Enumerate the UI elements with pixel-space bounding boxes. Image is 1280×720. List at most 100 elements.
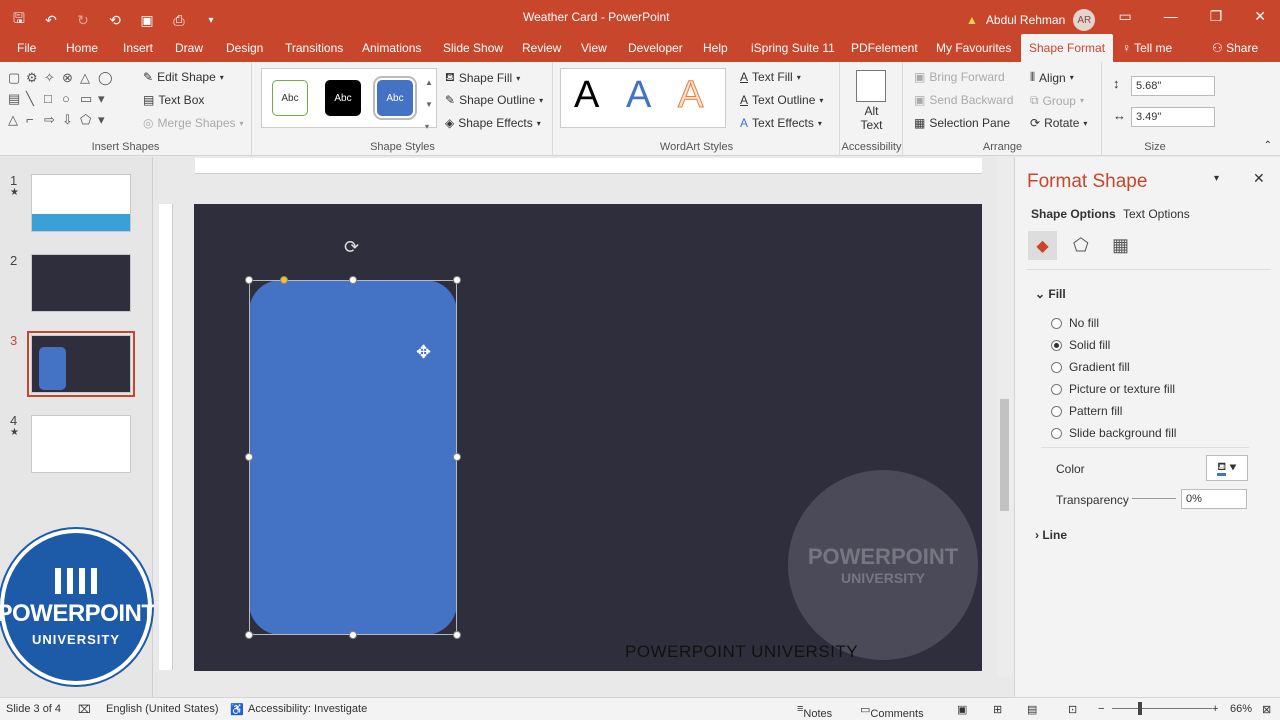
text-outline-button[interactable]: A Text Outline ▾ (740, 93, 823, 107)
slide-footer-text[interactable]: POWERPOINT UNIVERSITY (625, 642, 858, 662)
close-pane-icon[interactable]: ✕ (1253, 170, 1265, 187)
text-fill-button[interactable]: A Text Fill ▾ (740, 70, 801, 84)
zoom-slider[interactable] (1112, 708, 1212, 709)
transparency-slider[interactable] (1132, 498, 1176, 499)
tab-text-options[interactable]: Text Options (1123, 207, 1190, 221)
style-sample-outline[interactable]: Abc (272, 80, 308, 116)
normal-view-icon[interactable]: ▣ (957, 703, 967, 716)
fill-option-none[interactable]: No fill (1051, 316, 1099, 330)
line-section-header[interactable]: › Line (1035, 528, 1067, 542)
wordart-black[interactable]: A (574, 74, 599, 117)
share-button[interactable]: ⚇ Share (1212, 41, 1258, 55)
tab-animations[interactable]: Animations (362, 41, 421, 55)
style-sample-black[interactable]: Abc (325, 80, 361, 116)
resize-handle[interactable] (453, 276, 461, 284)
radio-button[interactable] (1051, 317, 1062, 329)
undo-icon[interactable]: ↶ (42, 12, 60, 29)
tab-view[interactable]: View (581, 41, 607, 55)
size-properties-icon[interactable]: ▦ (1112, 235, 1129, 256)
resize-handle[interactable] (453, 453, 461, 461)
fill-option-pattern[interactable]: Pattern fill (1051, 404, 1122, 418)
tell-me[interactable]: ♀ Tell me (1122, 41, 1172, 55)
tab-slide-show[interactable]: Slide Show (443, 41, 503, 55)
comments-button[interactable]: ▭ Comments (860, 703, 924, 720)
radio-button-selected[interactable] (1051, 339, 1062, 351)
resize-handle[interactable] (453, 631, 461, 639)
group-button[interactable]: ⧉ Group ▾ (1030, 93, 1084, 108)
tab-ispring[interactable]: iSpring Suite 11 (751, 41, 835, 55)
zoom-slider-thumb[interactable] (1138, 702, 1142, 715)
tab-home[interactable]: Home (66, 41, 98, 55)
shape-fill-button[interactable]: ⛾ Shape Fill ▾ (445, 70, 520, 86)
radio-button[interactable] (1051, 405, 1062, 417)
fill-option-solid[interactable]: Solid fill (1051, 338, 1110, 352)
zoom-level[interactable]: 66% (1230, 703, 1252, 715)
radio-button[interactable] (1051, 427, 1062, 439)
tab-file[interactable]: File (17, 41, 36, 55)
resize-handle[interactable] (349, 631, 357, 639)
slide-thumbnail-2[interactable] (31, 254, 131, 312)
format-painter-icon[interactable]: ⟲ (106, 12, 124, 29)
tab-transitions[interactable]: Transitions (285, 41, 343, 55)
ribbon-display-icon[interactable]: ▭ (1118, 8, 1131, 25)
customize-qat-icon[interactable]: ▾ (202, 15, 220, 26)
shape-gallery[interactable]: ▢ ⚙ ✧ ⊗ △ ◯ ▤ ╲ □ ○ ▭ ▾ △ ⌐ ⇨ ⇩ ⬠ ▾ (8, 70, 116, 128)
tab-design[interactable]: Design (226, 41, 263, 55)
fill-line-icon[interactable]: ◆ (1028, 231, 1057, 260)
rotate-handle-icon[interactable]: ⟳ (344, 237, 359, 258)
save-icon[interactable]: 🖫 (10, 8, 28, 32)
slide-thumbnail-4[interactable] (31, 415, 131, 473)
fill-option-gradient[interactable]: Gradient fill (1051, 360, 1130, 374)
accessibility-status[interactable]: Accessibility: Investigate (248, 703, 367, 715)
reading-view-icon[interactable]: ▤ (1027, 703, 1037, 716)
tab-shape-options[interactable]: Shape Options (1031, 207, 1116, 221)
fill-option-slide-background[interactable]: Slide background fill (1051, 426, 1176, 440)
shape-effects-button[interactable]: ◈ Shape Effects ▾ (445, 116, 541, 130)
resize-handle[interactable] (349, 276, 357, 284)
tab-shape-format[interactable]: Shape Format (1021, 34, 1114, 62)
slide-canvas[interactable]: ⟳ ✥ POWERPOINT UNIVERSITY POWERPOINT UNI… (194, 204, 982, 671)
style-gallery-scroll[interactable]: ▲ ▼ ▾ (425, 72, 433, 138)
language-status[interactable]: English (United States) (106, 703, 219, 715)
print-preview-icon[interactable]: ⎙ (170, 12, 188, 29)
notes-button[interactable]: ≡ Notes (797, 703, 832, 720)
alt-text-icon[interactable] (856, 70, 886, 102)
shape-height-input[interactable]: 5.68" (1131, 76, 1215, 96)
fill-section-header[interactable]: ⌄ Fill (1035, 287, 1066, 301)
resize-handle[interactable] (245, 276, 253, 284)
tab-insert[interactable]: Insert (123, 41, 153, 55)
resize-handle[interactable] (245, 453, 253, 461)
fit-slide-icon[interactable]: ⊠ (1262, 703, 1271, 716)
alt-text-button[interactable]: Alt Text (841, 104, 902, 132)
zoom-in-icon[interactable]: + (1212, 703, 1218, 715)
rotate-button[interactable]: ⟳ Rotate ▾ (1030, 116, 1087, 130)
wordart-blue[interactable]: A (626, 74, 651, 117)
radio-button[interactable] (1051, 361, 1062, 373)
tab-my-favourites[interactable]: My Favourites (936, 41, 1011, 55)
zoom-out-icon[interactable]: − (1098, 703, 1104, 715)
close-icon[interactable]: ✕ (1254, 8, 1266, 25)
style-sample-blue[interactable]: Abc (373, 76, 417, 120)
bring-forward-button[interactable]: ▣ Bring Forward (914, 70, 1005, 84)
tab-review[interactable]: Review (522, 41, 561, 55)
effects-icon[interactable]: ⬠ (1073, 235, 1089, 256)
presenter-icon[interactable]: ▣ (138, 12, 156, 29)
slideshow-view-icon[interactable]: ⊡ (1068, 703, 1077, 716)
spelling-icon[interactable]: ⌧ (78, 703, 91, 716)
edit-shape-button[interactable]: ✎ Edit Shape ▾ (143, 70, 224, 84)
text-effects-button[interactable]: A Text Effects ▾ (740, 116, 822, 130)
fill-option-picture[interactable]: Picture or texture fill (1051, 382, 1175, 396)
resize-handle[interactable] (245, 631, 253, 639)
radio-button[interactable] (1051, 383, 1062, 395)
tab-draw[interactable]: Draw (175, 41, 203, 55)
align-button[interactable]: ⫴ Align ▾ (1030, 70, 1074, 85)
color-picker-button[interactable]: ⛾ ▾ (1206, 455, 1248, 481)
tab-developer[interactable]: Developer (628, 41, 683, 55)
scroll-thumb[interactable] (1000, 399, 1009, 511)
minimize-icon[interactable]: — (1164, 8, 1178, 25)
shape-outline-button[interactable]: ✎ Shape Outline ▾ (445, 93, 543, 107)
vertical-scrollbar[interactable] (997, 157, 1013, 677)
redo-icon[interactable]: ↻ (74, 12, 92, 29)
slide-sorter-icon[interactable]: ⊞ (993, 703, 1002, 716)
tab-pdfelement[interactable]: PDFelement (851, 41, 918, 55)
